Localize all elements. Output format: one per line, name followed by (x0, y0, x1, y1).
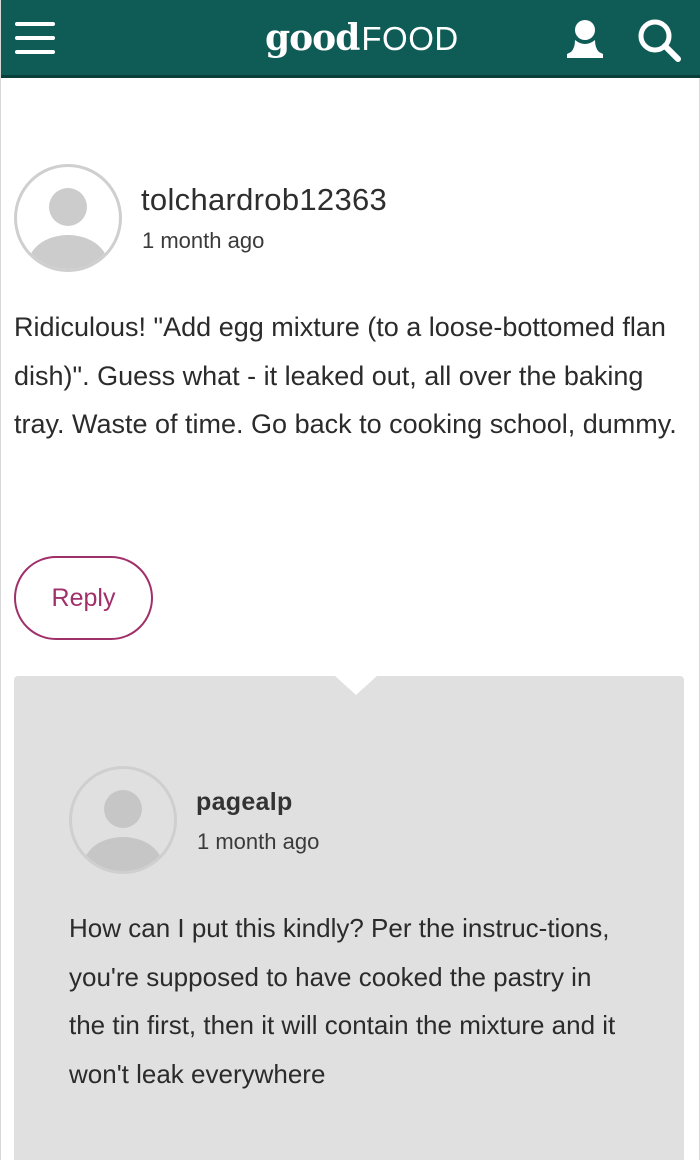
logo-food: FOOD (361, 20, 459, 57)
reply-button[interactable]: Reply (14, 556, 153, 640)
menu-icon-bar (15, 22, 55, 26)
logo-good: good (265, 17, 360, 59)
comment-timestamp: 1 month ago (142, 228, 265, 253)
default-avatar-icon (83, 790, 163, 871)
search-button[interactable] (635, 16, 683, 64)
menu-icon-bar (15, 50, 55, 54)
site-header: goodFOOD (1, 0, 700, 78)
reply-avatar[interactable] (69, 766, 177, 874)
reply-timestamp: 1 month ago (197, 829, 320, 854)
avatar[interactable] (14, 164, 122, 272)
user-icon (567, 20, 603, 58)
reply-text: How can I put this kindly? Per the instr… (69, 913, 616, 1089)
account-button[interactable] (561, 18, 609, 62)
reply-pointer (334, 675, 378, 695)
menu-icon-bar (15, 36, 55, 40)
reply-username[interactable]: pagealp (196, 788, 293, 817)
comment-username[interactable]: tolchardrob12363 (141, 182, 387, 218)
menu-button[interactable] (15, 16, 57, 60)
default-avatar-icon (28, 188, 108, 269)
site-logo[interactable]: goodFOOD (265, 14, 459, 64)
comment-text: Ridiculous! "Add egg mixture (to a loose… (14, 312, 677, 439)
search-icon (638, 19, 681, 62)
page: goodFOOD tolchardrob12363 1 month ago Ri… (0, 0, 700, 1160)
